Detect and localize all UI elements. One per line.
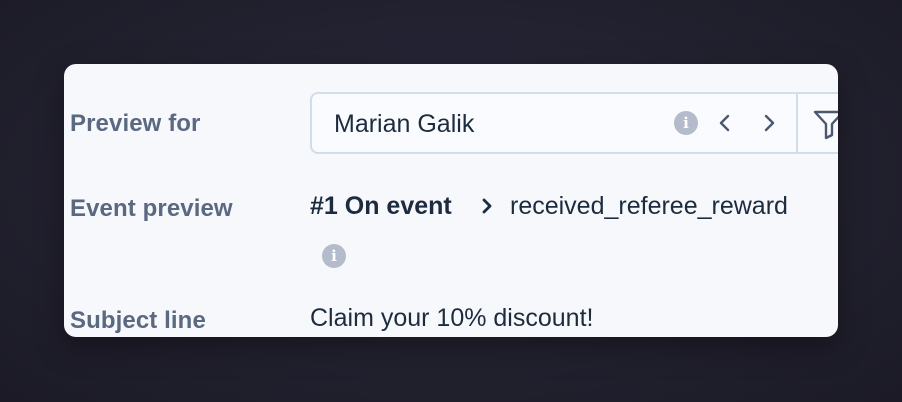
event-name: received_referee_reward	[510, 192, 788, 220]
filter-icon[interactable]	[812, 108, 838, 140]
picker-divider	[796, 94, 798, 152]
chevron-left-icon[interactable]	[714, 112, 736, 134]
subject-line-value: Claim your 10% discount!	[310, 304, 594, 332]
selected-user-name: Marian Galik	[334, 110, 475, 138]
preview-user-picker[interactable]: Marian Galik i	[310, 92, 838, 154]
subject-line-label: Subject line	[70, 307, 206, 334]
preview-panel: Preview for Marian Galik i Event preview…	[64, 64, 838, 337]
info-icon[interactable]: i	[322, 244, 346, 268]
chevron-right-icon	[482, 198, 492, 214]
preview-for-label: Preview for	[70, 110, 201, 137]
event-preview-label: Event preview	[70, 195, 233, 222]
chevron-right-icon[interactable]	[758, 112, 780, 134]
info-icon[interactable]: i	[674, 111, 698, 135]
event-trigger: #1 On event	[310, 192, 452, 220]
